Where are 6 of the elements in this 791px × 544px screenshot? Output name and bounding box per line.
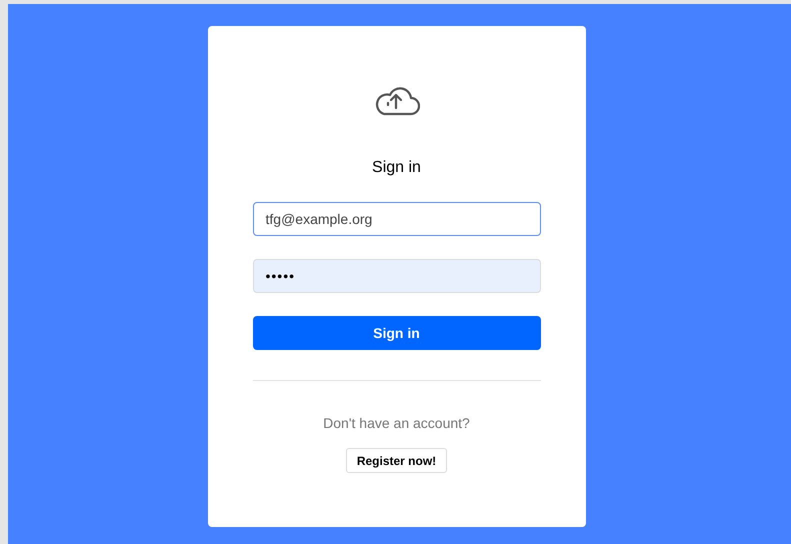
password-field[interactable]: ••••• (252, 259, 540, 293)
sign-in-title: Sign in (372, 158, 421, 178)
register-prompt: Don't have an account? (323, 414, 470, 433)
email-field[interactable]: tfg@example.org (252, 202, 540, 236)
sign-in-button[interactable]: Sign in (252, 316, 540, 350)
register-button[interactable]: Register now! (346, 448, 448, 473)
